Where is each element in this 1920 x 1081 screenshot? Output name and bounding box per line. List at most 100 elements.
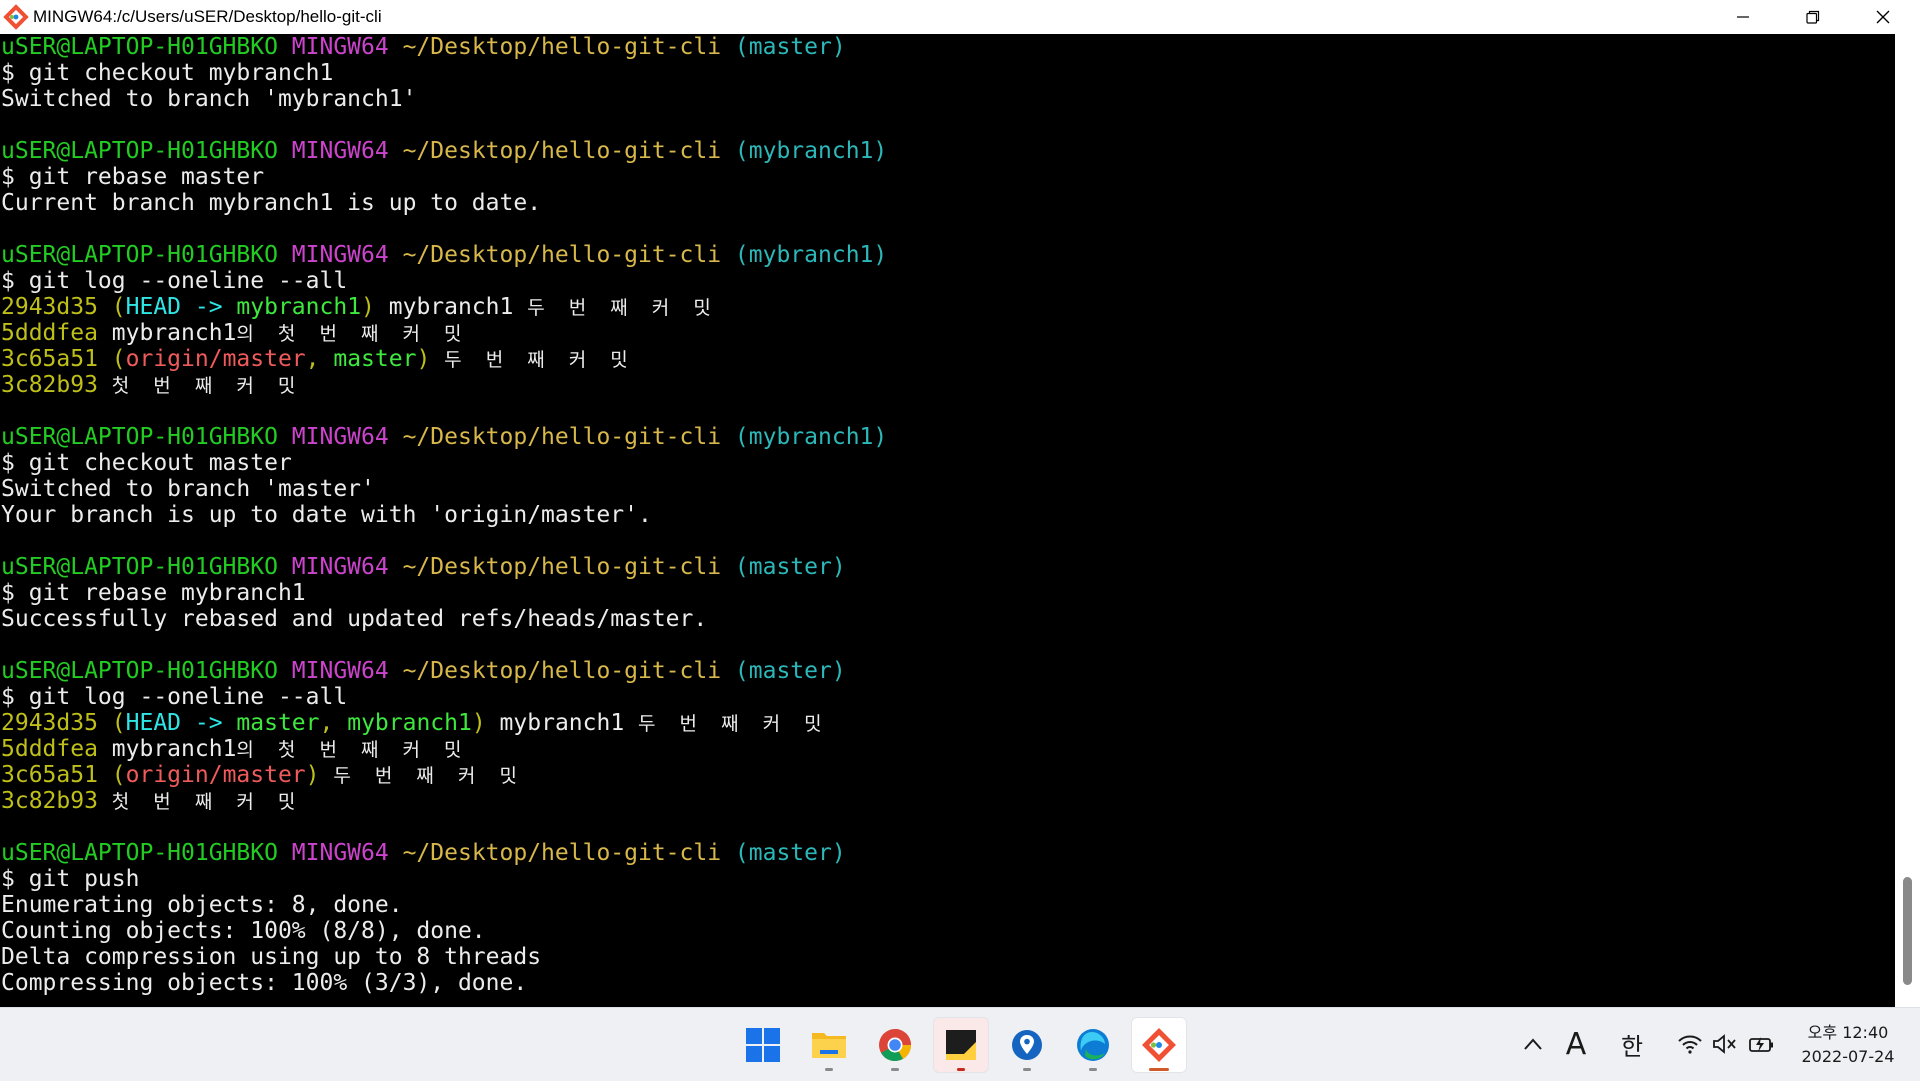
running-indicator [1149,1068,1169,1071]
taskbar-maps[interactable] [999,1017,1055,1073]
terminal-text-segment: (mybranch1) [734,424,888,450]
taskbar-chrome[interactable] [867,1017,923,1073]
ime-mode-a[interactable]: A [1558,1026,1594,1062]
terminal-line: $ git rebase master [0,164,1895,190]
taskbar-sticky-notes[interactable] [933,1017,989,1073]
terminal-line: Enumerating objects: 8, done. [0,892,1895,918]
terminal-text-segment: uSER@LAPTOP-H01GHBKO [1,34,292,60]
terminal-text-segment: mybranch1 [347,710,472,736]
terminal-text-segment: , [319,710,348,736]
terminal-line: 5dddfea mybranch1의 첫 번 째 커 밋 [0,736,1895,762]
git-bash-icon [1142,1028,1176,1062]
close-icon [1876,10,1890,24]
terminal-line: $ git rebase mybranch1 [0,580,1895,606]
terminal-text-segment: Your branch is up to date with 'origin/m… [1,502,652,528]
terminal-line: 5dddfea mybranch1의 첫 번 째 커 밋 [0,320,1895,346]
show-hidden-icons-button[interactable] [1518,1026,1548,1062]
terminal-text-segment: master [236,710,320,736]
terminal-text-segment: uSER@LAPTOP-H01GHBKO [1,424,292,450]
window-title: MINGW64:/c/Users/uSER/Desktop/hello-git-… [33,7,382,26]
terminal-text-segment: MINGW64 [291,840,403,866]
terminal-line: Switched to branch 'mybranch1' [0,86,1895,112]
terminal-text-segment: ~/Desktop/hello-git-cli [402,658,735,684]
battery-charging-icon [1749,1037,1773,1052]
taskbar-git-bash[interactable] [1131,1017,1187,1073]
restore-button[interactable] [1778,0,1848,34]
minimize-button[interactable] [1708,0,1778,34]
terminal-line: Compressing objects: 100% (3/3), done. [0,970,1895,996]
terminal-line: uSER@LAPTOP-H01GHBKO MINGW64 ~/Desktop/h… [0,840,1895,866]
ime-mode-han[interactable]: 한 [1614,1026,1650,1062]
terminal-text-segment: mybranch1 [485,710,639,736]
terminal-line: Successfully rebased and updated refs/he… [0,606,1895,632]
wifi-status[interactable] [1672,1026,1708,1062]
terminal-text-segment: uSER@LAPTOP-H01GHBKO [1,138,292,164]
terminal-line: 2943d35 (HEAD -> mybranch1) mybranch1 두 … [0,294,1895,320]
system-clock[interactable]: 오후 12:40 2022-07-24 [1786,1021,1910,1069]
terminal-text-segment: ( [111,294,126,320]
terminal-text-segment: ) [471,710,486,736]
terminal-text-segment: 2943d35 [1,710,112,736]
terminal-text-segment: ( [111,762,126,788]
terminal-text-segment: 의 첫 번 째 커 밋 [236,323,471,345]
sticky-notes-icon [946,1030,976,1060]
terminal-text-segment: HEAD -> [125,710,237,736]
chevron-up-icon [1524,1038,1542,1050]
terminal-text-segment: $ git log --oneline --all [1,268,348,294]
terminal-text-segment: uSER@LAPTOP-H01GHBKO [1,554,292,580]
terminal-text-segment: 5dddfea [1,736,112,762]
terminal-text-segment: ) [305,762,320,788]
scrollbar-thumb[interactable] [1903,877,1912,985]
terminal-line: $ git log --oneline --all [0,268,1895,294]
terminal-line: 3c65a51 (origin/master) 두 번 째 커 밋 [0,762,1895,788]
terminal-line: 3c82b93 첫 번 째 커 밋 [0,788,1895,814]
battery-status[interactable] [1744,1026,1780,1062]
terminal-text-segment: $ git checkout mybranch1 [1,60,334,86]
start-button[interactable] [735,1017,791,1073]
terminal-text-segment: (mybranch1) [734,138,888,164]
taskbar-file-explorer[interactable] [801,1017,857,1073]
terminal-text-segment: MINGW64 [291,658,403,684]
minimize-icon [1737,16,1749,18]
running-indicator [1089,1068,1097,1071]
terminal-line: uSER@LAPTOP-H01GHBKO MINGW64 ~/Desktop/h… [0,138,1895,164]
terminal-text-segment: HEAD -> [125,294,237,320]
terminal-text-segment: ~/Desktop/hello-git-cli [402,840,735,866]
terminal-text-segment: 두 번 째 커 밋 [444,349,637,371]
terminal-text-segment: 두 번 째 커 밋 [638,713,831,735]
terminal-text-segment: ~/Desktop/hello-git-cli [402,424,735,450]
running-indicator [891,1068,899,1071]
wifi-icon [1678,1035,1702,1054]
terminal-text-segment: (master) [734,658,846,684]
terminal-text-segment: mybranch1 [374,294,528,320]
terminal-line: 2943d35 (HEAD -> master, mybranch1) mybr… [0,710,1895,736]
terminal-text-segment: 5dddfea [1,320,112,346]
taskbar-edge[interactable] [1065,1017,1121,1073]
terminal-text-segment: mybranch1 [236,294,362,320]
terminal-line: 3c82b93 첫 번 째 커 밋 [0,372,1895,398]
terminal-text-segment: 2943d35 [1,294,112,320]
terminal-text-segment: Delta compression using up to 8 threads [1,944,542,970]
terminal-text-segment: 3c82b93 [1,788,112,814]
terminal-text-segment: 첫 번 째 커 밋 [111,375,305,397]
terminal-output[interactable]: uSER@LAPTOP-H01GHBKO MINGW64 ~/Desktop/h… [0,34,1895,1007]
terminal-text-segment: MINGW64 [291,138,403,164]
terminal-line: uSER@LAPTOP-H01GHBKO MINGW64 ~/Desktop/h… [0,658,1895,684]
terminal-text-segment: MINGW64 [291,242,403,268]
terminal-text-segment: (master) [734,34,846,60]
terminal-text-segment: $ git push [1,866,140,892]
terminal-text-segment: mybranch1 [111,736,237,762]
terminal-text-segment: ~/Desktop/hello-git-cli [402,242,735,268]
terminal-text-segment: 두 번 째 커 밋 [527,297,720,319]
close-button[interactable] [1848,0,1918,34]
volume-status[interactable] [1708,1026,1742,1062]
running-indicator [957,1068,965,1071]
vertical-scrollbar[interactable] [1895,34,1920,1007]
terminal-text-segment: MINGW64 [291,554,403,580]
speaker-muted-icon [1713,1034,1736,1054]
